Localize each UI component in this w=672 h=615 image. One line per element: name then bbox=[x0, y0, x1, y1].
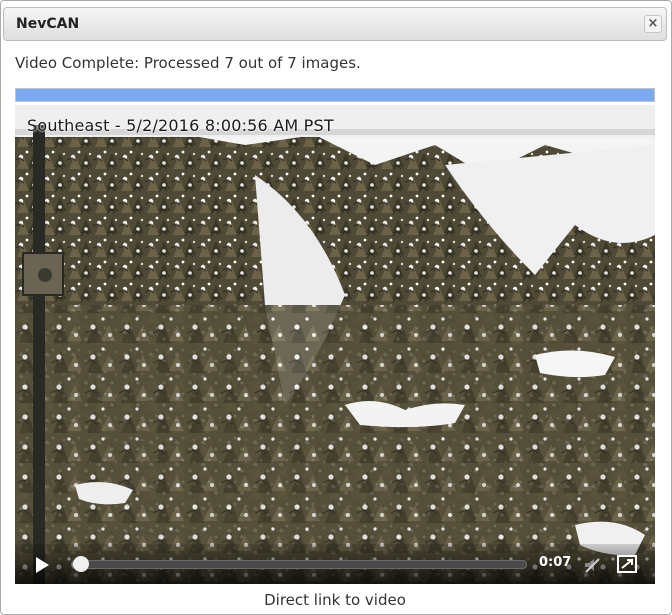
direct-link-to-video[interactable]: Direct link to video bbox=[1, 591, 669, 609]
close-icon: × bbox=[647, 16, 659, 31]
fullscreen-button[interactable] bbox=[617, 555, 637, 573]
camera-caption: Southeast - 5/2/2016 8:00:56 AM PST bbox=[27, 116, 334, 135]
video-dialog: NevCAN × Video Complete: Processed 7 out… bbox=[0, 0, 672, 615]
seek-handle[interactable] bbox=[73, 556, 90, 572]
seek-bar[interactable] bbox=[71, 556, 527, 572]
processing-progress-bar bbox=[15, 88, 655, 102]
playback-time: 0:07 bbox=[539, 555, 572, 570]
close-button[interactable]: × bbox=[644, 15, 662, 33]
status-message: Video Complete: Processed 7 out of 7 ima… bbox=[15, 54, 361, 72]
volume-muted-icon bbox=[585, 558, 600, 573]
video-controls: 0:07 bbox=[15, 544, 655, 584]
play-icon bbox=[36, 557, 49, 573]
video-player[interactable]: Southeast - 5/2/2016 8:00:56 AM PST 0:07 bbox=[15, 105, 655, 584]
dialog-title: NevCAN bbox=[16, 16, 80, 32]
video-frame bbox=[15, 105, 655, 584]
processing-progress-fill bbox=[16, 89, 654, 101]
play-button[interactable] bbox=[33, 556, 51, 574]
dialog-titlebar[interactable]: NevCAN × bbox=[3, 7, 667, 41]
mute-button[interactable] bbox=[583, 556, 601, 574]
fullscreen-icon bbox=[617, 555, 637, 573]
